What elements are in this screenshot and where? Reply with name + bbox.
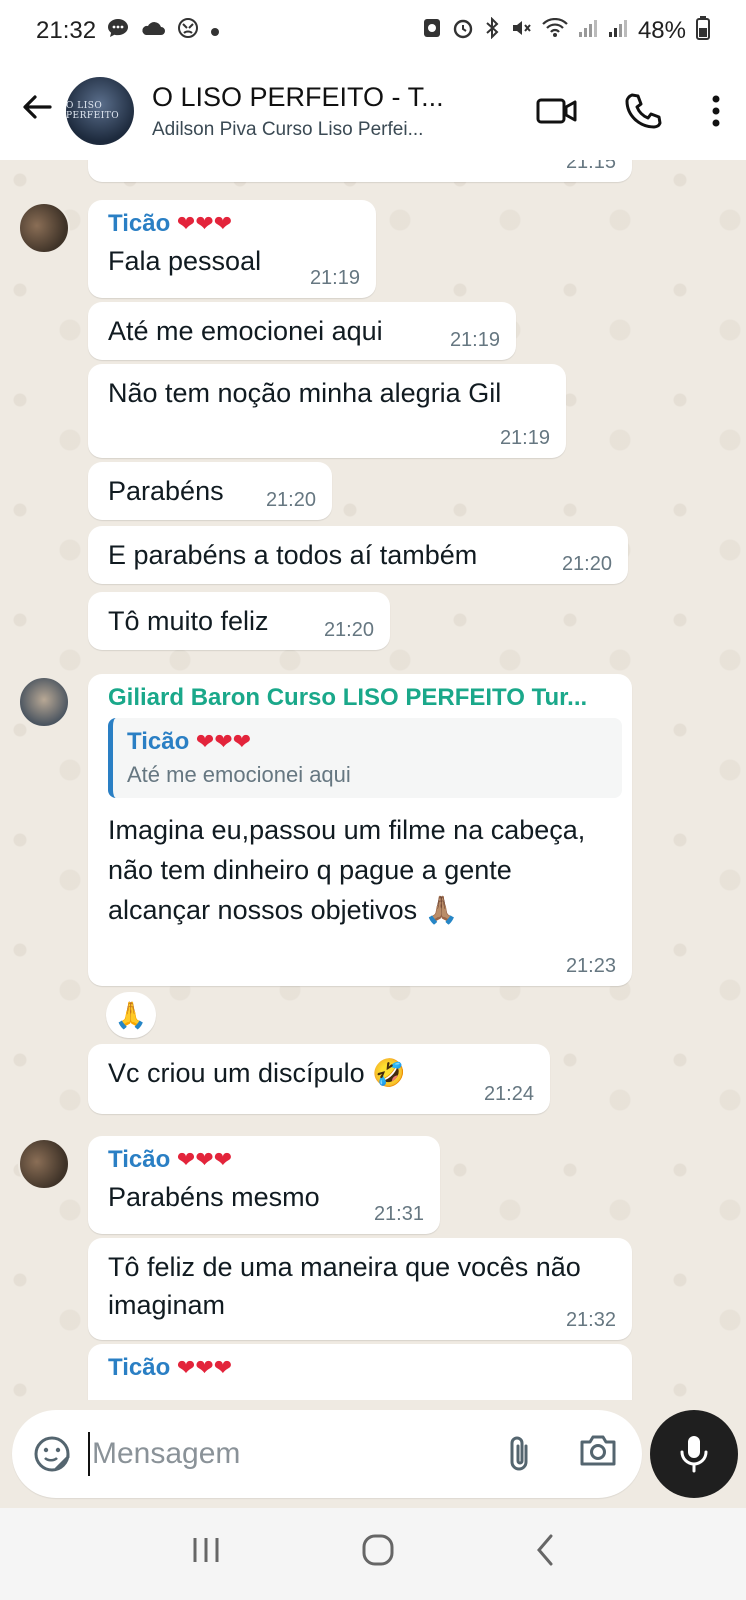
bluetooth-icon [484, 16, 500, 45]
message-bubble[interactable]: Até me emocionei aqui 21:19 [88, 302, 516, 360]
cloud-icon [140, 19, 166, 43]
message-bubble[interactable]: Parabéns 21:20 [88, 462, 332, 520]
sender-hearts: ❤❤❤ [176, 1355, 233, 1380]
message-time: 21:32 [565, 1309, 616, 1331]
message-time: 21:19 [309, 267, 360, 289]
message-sender[interactable]: Giliard Baron Curso LISO PERFEITO Tur... [108, 684, 608, 712]
message-time: 21:19 [499, 427, 550, 449]
alarm-icon [452, 17, 474, 45]
battery-icon [696, 16, 710, 46]
sender-name: Ticão [108, 1146, 171, 1173]
sender-name: Ticão [108, 1354, 171, 1381]
signal-icon-1 [578, 18, 598, 44]
message-text: E parabéns a todos aí também [108, 540, 478, 570]
signal-icon-2 [608, 18, 628, 44]
message-sender[interactable]: Ticão ❤❤❤ [108, 1354, 616, 1382]
back-nav-icon[interactable] [533, 1533, 557, 1575]
wifi-icon [542, 17, 568, 44]
message-bubble[interactable]: Tô muito feliz 21:20 [88, 592, 390, 650]
message-bubble[interactable]: Não tem noção minha alegria Gil 21:19 [88, 364, 566, 458]
avatar[interactable] [18, 202, 70, 254]
message-bubble[interactable]: Vc criou um discípulo 🤣 21:24 [88, 1044, 550, 1114]
message-text: Vc criou um discípulo 🤣 [108, 1058, 406, 1088]
message-bubble[interactable]: Ticão ❤❤❤ Parabéns mesmo 21:31 [88, 1136, 440, 1234]
message-text: Parabéns [108, 476, 224, 506]
status-time: 21:32 [36, 17, 97, 44]
message-time: 21:31 [373, 1203, 424, 1225]
message-time: 21:19 [449, 329, 500, 351]
quoted-text: Até me emocionei aqui [127, 762, 351, 787]
battery-percent: 48% [637, 17, 686, 44]
text-cursor [88, 1432, 90, 1476]
message-text: Tô muito feliz [108, 606, 269, 636]
chat-header: O LISO PERFEITO O LISO PERFEITO - T... A… [0, 62, 746, 160]
message-bubble[interactable]: E parabéns a todos aí também 21:20 [88, 526, 628, 584]
video-call-icon[interactable] [514, 96, 600, 126]
sender-hearts: ❤❤❤ [176, 1147, 233, 1172]
chat-notification-icon [106, 17, 130, 45]
dot-icon [210, 20, 220, 43]
system-nav-bar [0, 1508, 746, 1600]
message-text: Não tem noção minha alegria Gil [108, 378, 502, 408]
home-icon[interactable] [361, 1533, 395, 1575]
sender-hearts: ❤❤❤ [176, 211, 233, 236]
back-arrow-icon[interactable] [12, 90, 62, 133]
quoted-message[interactable]: Ticão ❤❤❤ Até me emocionei aqui [108, 718, 622, 798]
message-input[interactable]: Mensagem [92, 1437, 240, 1471]
message-bubble[interactable]: Tô feliz de uma maneira que vocês não im… [88, 1238, 632, 1340]
mute-icon [510, 17, 532, 45]
recent-apps-icon[interactable] [189, 1536, 223, 1572]
sticker-emoji-icon[interactable] [32, 1434, 72, 1474]
message-time: 21:20 [323, 619, 374, 641]
message-bubble[interactable]: 21:15 [88, 160, 632, 182]
status-bar: 21:32 48% [0, 0, 746, 62]
nfc-icon [422, 17, 442, 45]
message-text: Fala pessoal [108, 246, 262, 276]
message-bubble[interactable]: Ticão ❤❤❤ Fala pessoal 21:19 [88, 200, 376, 298]
camera-icon[interactable] [578, 1432, 618, 1473]
message-list[interactable]: 21:15 Ticão ❤❤❤ Fala pessoal 21:19 Até m… [0, 160, 746, 1400]
message-time: 21:20 [561, 553, 612, 575]
sender-name: Ticão [108, 210, 171, 237]
group-avatar[interactable]: O LISO PERFEITO [66, 77, 134, 145]
message-text: Tô feliz de uma maneira que vocês não im… [108, 1252, 581, 1320]
message-time: 21:24 [483, 1083, 534, 1105]
quoted-sender: Ticão ❤❤❤ [127, 728, 608, 756]
chat-subtitle: Adilson Piva Curso Liso Perfei... [152, 118, 424, 140]
quoted-sender-name: Ticão [127, 728, 190, 755]
message-text: Imagina eu,passou um filme na cabeça, nã… [108, 815, 586, 925]
reaction-badge[interactable]: 🙏 [106, 992, 156, 1038]
group-avatar-text: O LISO PERFEITO [66, 101, 120, 121]
mic-button[interactable] [650, 1410, 738, 1498]
mic-icon [680, 1436, 708, 1473]
message-time: 21:15 [565, 160, 616, 173]
attach-icon[interactable] [506, 1434, 532, 1479]
message-sender[interactable]: Ticão ❤❤❤ [108, 1146, 424, 1174]
avatar[interactable] [18, 1138, 70, 1190]
quoted-sender-hearts: ❤❤❤ [195, 729, 252, 754]
message-sender[interactable]: Ticão ❤❤❤ [108, 210, 360, 238]
chat-title: O LISO PERFEITO - T... [152, 81, 444, 112]
more-vert-icon[interactable] [686, 94, 746, 128]
message-time: 21:23 [565, 955, 616, 977]
message-text: Até me emocionei aqui [108, 316, 383, 346]
message-text: Parabéns mesmo [108, 1182, 320, 1212]
message-bubble[interactable]: Giliard Baron Curso LISO PERFEITO Tur...… [88, 674, 632, 986]
notification-icon [176, 17, 200, 45]
message-composer[interactable]: Mensagem [12, 1410, 642, 1498]
message-time: 21:20 [265, 489, 316, 511]
message-bubble[interactable]: Ticão ❤❤❤ [88, 1344, 632, 1400]
avatar[interactable] [18, 676, 70, 728]
chat-title-area[interactable]: O LISO PERFEITO - T... Adilson Piva Curs… [152, 82, 492, 141]
phone-icon[interactable] [600, 92, 686, 130]
